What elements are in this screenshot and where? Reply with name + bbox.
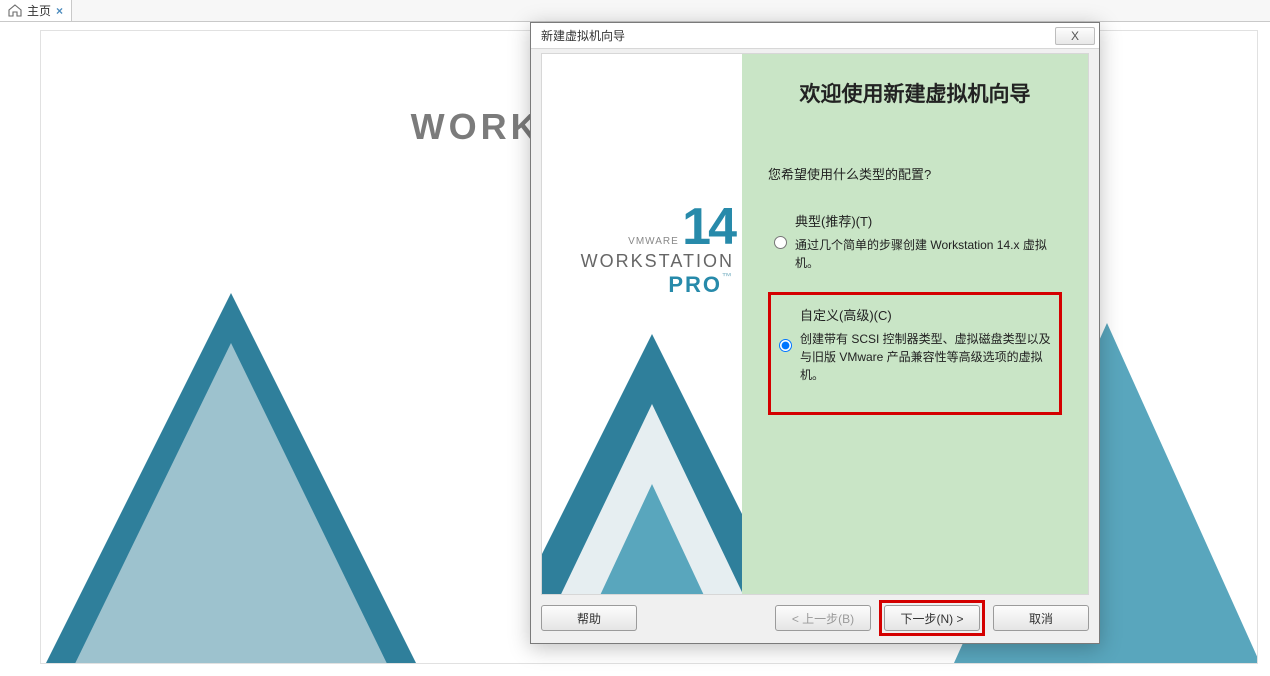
brand-workstation-text: WORKSTATION [542,251,734,272]
next-button-highlight: 下一步(N) > [879,600,985,636]
tab-bar: 主页 × [0,0,1270,22]
config-pane: 欢迎使用新建虚拟机向导 您希望使用什么类型的配置? 典型(推荐)(T) 通过几个… [742,54,1088,594]
wizard-button-bar: 帮助 < 上一步(B) 下一步(N) > 取消 [541,601,1089,635]
option-custom[interactable]: 自定义(高级)(C) 创建带有 SCSI 控制器类型、虚拟磁盘类型以及与旧版 V… [768,292,1062,415]
new-vm-wizard-dialog: 新建虚拟机向导 X VMWARE 14 WORKSTATION PRO™ [530,22,1100,644]
wizard-question: 您希望使用什么类型的配置? [768,164,1062,183]
option-typical-desc: 通过几个简单的步骤创建 Workstation 14.x 虚拟机。 [795,236,1056,272]
close-button[interactable]: X [1055,27,1095,45]
next-button[interactable]: 下一步(N) > [884,605,980,631]
option-custom-desc: 创建带有 SCSI 控制器类型、虚拟磁盘类型以及与旧版 VMware 产品兼容性… [800,330,1051,384]
decorative-triangle-left [40,233,441,664]
brand-pro-text: PRO™ [542,272,734,298]
tab-home[interactable]: 主页 × [0,0,72,21]
cancel-button[interactable]: 取消 [993,605,1089,631]
radio-custom[interactable] [779,307,792,384]
back-button: < 上一步(B) [775,605,871,631]
option-custom-label: 自定义(高级)(C) [800,305,1051,324]
tab-label: 主页 [27,2,51,19]
wizard-body: VMWARE 14 WORKSTATION PRO™ 欢迎使用新建虚拟机向导 [541,53,1089,595]
brand-triangle-decor [542,314,742,594]
wizard-title-text: 新建虚拟机向导 [541,27,625,44]
option-typical-label: 典型(推荐)(T) [795,211,1056,230]
option-typical[interactable]: 典型(推荐)(T) 通过几个简单的步骤创建 Workstation 14.x 虚… [768,205,1062,276]
brand-vmware-text: VMWARE [628,236,679,247]
brand-logo: VMWARE 14 WORKSTATION PRO™ [542,204,734,298]
wizard-heading: 欢迎使用新建虚拟机向导 [768,78,1062,108]
radio-typical[interactable] [774,213,787,272]
close-icon[interactable]: × [56,4,63,18]
brand-pane: VMWARE 14 WORKSTATION PRO™ [542,54,742,594]
help-button[interactable]: 帮助 [541,605,637,631]
brand-number: 14 [682,198,734,256]
wizard-titlebar[interactable]: 新建虚拟机向导 X [531,23,1099,49]
home-icon [8,4,22,17]
home-canvas: WORKSTATION 14 PRO + 创建新的虚拟机 新建虚拟机向导 X V… [0,22,1270,676]
